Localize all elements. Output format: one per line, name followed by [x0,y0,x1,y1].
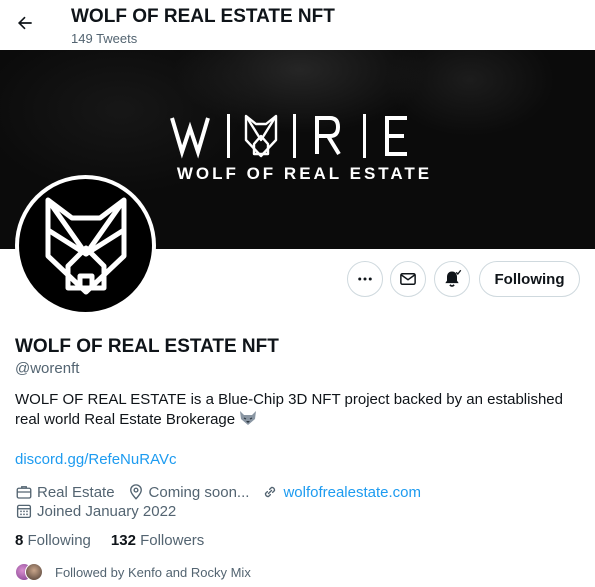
followers-stat[interactable]: 132 Followers [111,531,204,551]
top-bar: WOLF OF REAL ESTATE NFT 149 Tweets [0,0,595,50]
back-arrow-icon [17,16,32,30]
wolf-emoji-icon [239,410,257,432]
briefcase-icon [16,486,32,499]
tweet-count: 149 Tweets [71,31,138,46]
wolf-logo-icon [45,197,126,294]
category-item: Real Estate [15,483,115,501]
more-button[interactable] [347,261,383,297]
calendar-icon [16,504,32,519]
joined-item: Joined January 2022 [15,502,176,520]
bell-icon [445,269,462,287]
following-stat[interactable]: 8 Following [15,531,91,551]
bio-text: WOLF OF REAL ESTATE is a Blue-Chip 3D NF… [15,391,563,428]
follower-avatar [25,563,43,581]
joined-text: Joined January 2022 [37,502,177,520]
message-button[interactable] [390,261,426,297]
more-icon [358,277,372,281]
location-icon [129,484,142,500]
header-title: WOLF OF REAL ESTATE NFT [71,6,335,27]
profile-bio: WOLF OF REAL ESTATE is a Blue-Chip 3D NF… [15,390,587,432]
followers-label: Followers [140,532,205,549]
notifications-button[interactable] [434,261,470,297]
website-link[interactable]: wolfofrealestate.com [283,484,421,501]
mail-icon [400,273,416,285]
category-text: Real Estate [37,483,115,501]
followed-by-text: Followed by Kenfo and Rocky Mix [55,564,251,580]
profile-meta-row: Real Estate Coming soon... wolfofrealest… [15,482,433,502]
following-label: Following [27,532,91,549]
following-button[interactable]: Following [479,261,580,297]
profile-link[interactable]: discord.gg/RefeNuRAVc [15,450,176,470]
website-item[interactable]: wolfofrealestate.com [261,483,421,501]
following-count: 8 [15,532,24,549]
joined-row: Joined January 2022 [15,501,188,521]
followed-by-row[interactable]: Followed by Kenfo and Rocky Mix [15,562,251,582]
followers-count: 132 [110,532,136,549]
back-button[interactable] [10,8,40,38]
profile-avatar[interactable] [15,175,156,316]
location-item: Coming soon... [127,483,250,501]
avatar-image [19,179,152,312]
banner-subtitle: WOLF OF REAL ESTATE [176,164,433,183]
banner-logo [170,114,407,159]
location-text: Coming soon... [148,483,250,501]
link-icon [265,486,276,498]
profile-handle: @worenft [15,360,80,377]
followed-by-avatars [15,562,45,582]
follow-stats: 8 Following 132 Followers [15,531,224,551]
profile-name: WOLF OF REAL ESTATE NFT [15,336,279,357]
